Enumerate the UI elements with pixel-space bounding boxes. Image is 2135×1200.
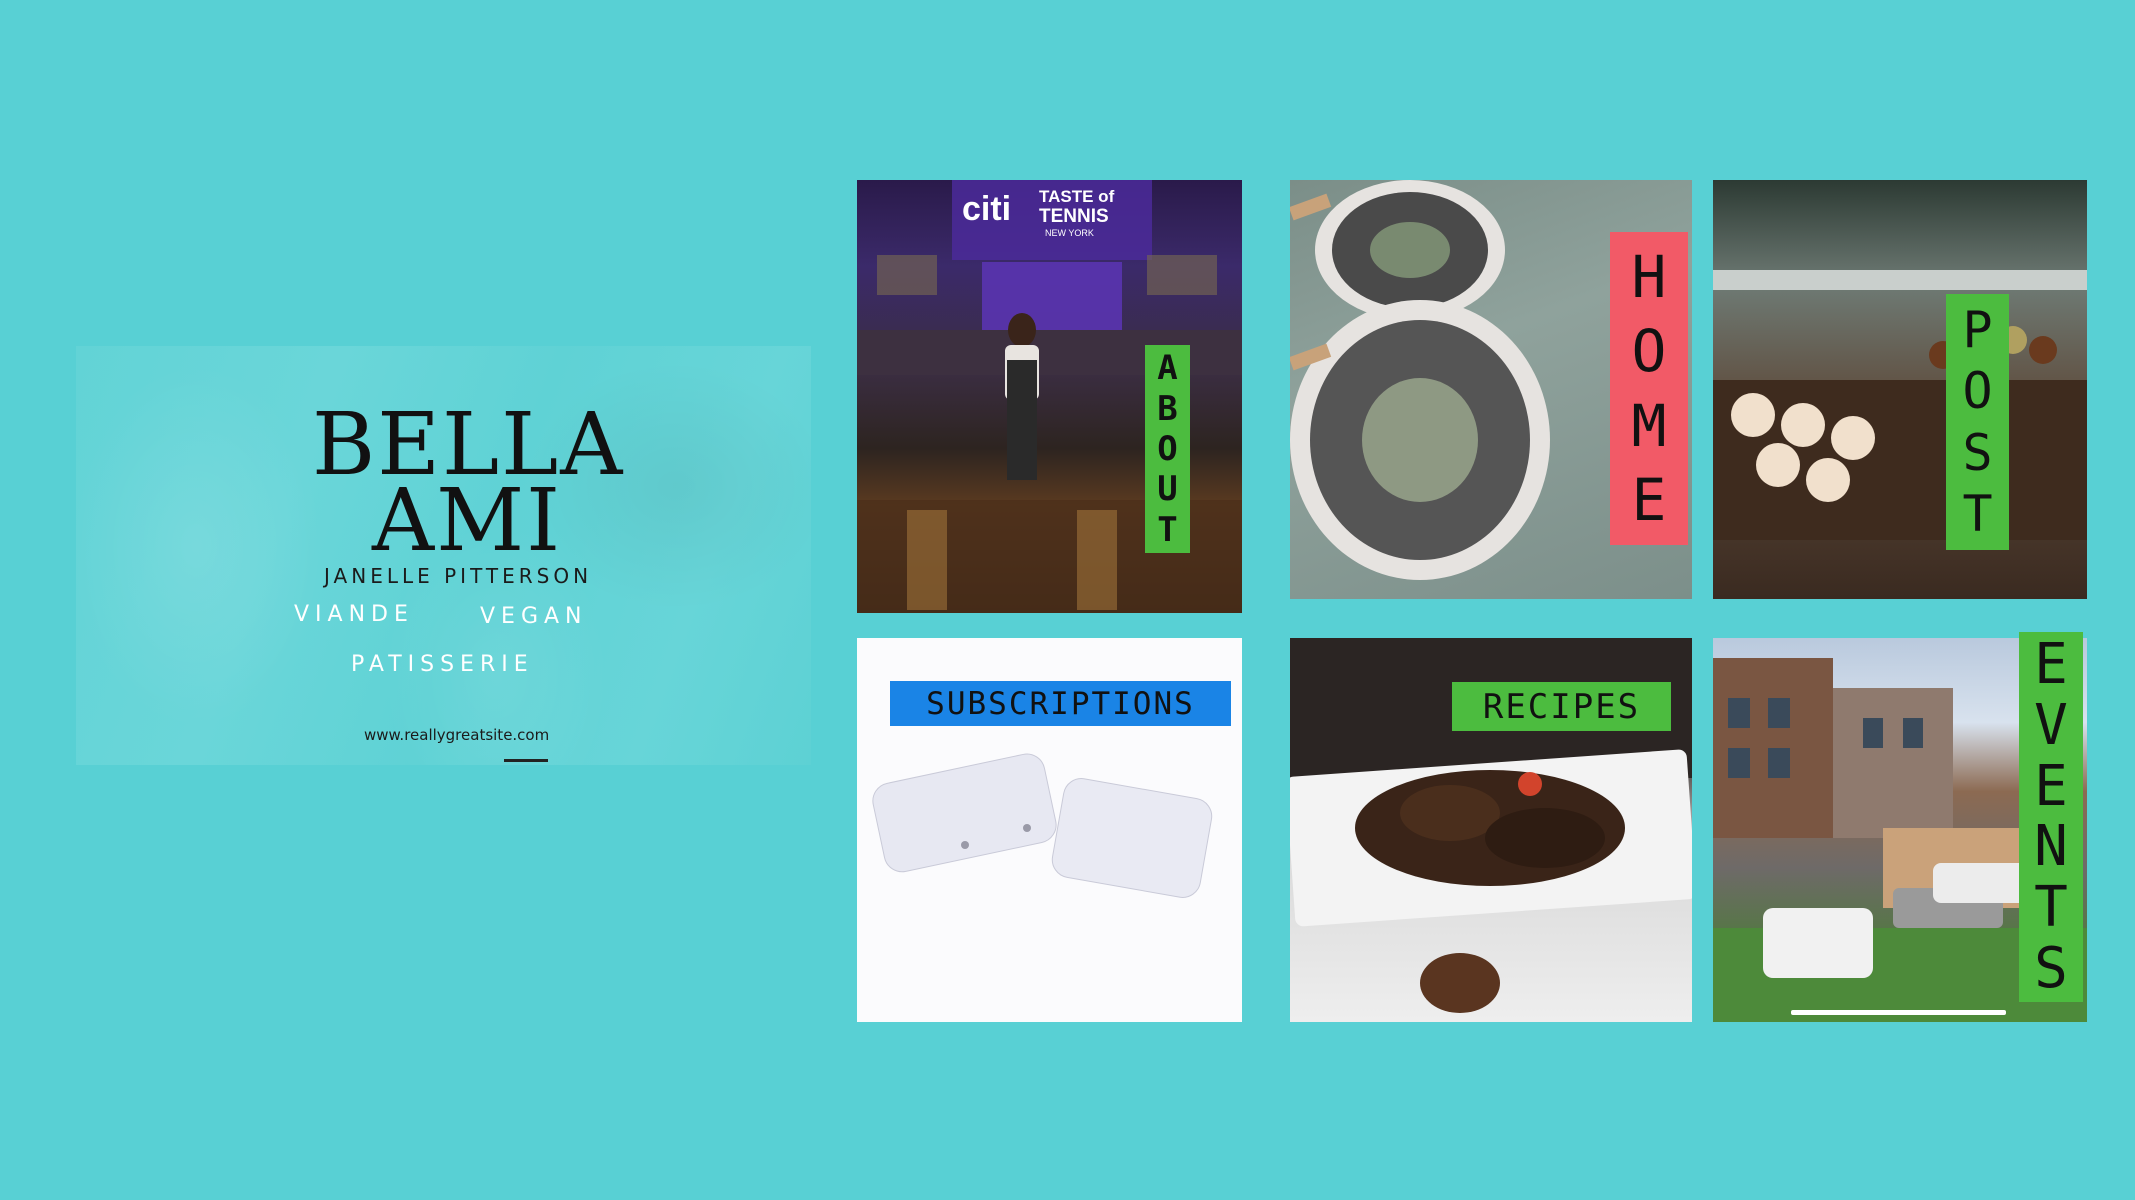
nav-home-label[interactable]: H O M E [1610, 232, 1688, 545]
about-letter: U [1157, 469, 1178, 510]
about-letter: B [1157, 388, 1178, 429]
about-letter: O [1157, 428, 1178, 469]
nav-post-label[interactable]: P O S T [1946, 294, 2009, 550]
nav-events-label[interactable]: E V E N T S [2019, 632, 2083, 1002]
post-letter: O [1962, 362, 1993, 421]
category-patisserie: PATISSERIE [351, 652, 534, 677]
post-tile[interactable] [1713, 180, 2087, 599]
nav-about-label[interactable]: A B O U T [1145, 345, 1190, 553]
about-letter: T [1157, 509, 1178, 550]
events-letter: E [2034, 753, 2068, 819]
events-letter: E [2034, 631, 2068, 697]
website-link[interactable]: www.reallygreatsite.com [364, 726, 549, 744]
owner-name: JANELLE PITTERSON [324, 564, 593, 588]
home-letter: H [1631, 243, 1667, 312]
website-underline [504, 759, 548, 762]
events-letter: T [2034, 875, 2068, 941]
sign-event-line-2: TENNIS [1039, 206, 1109, 227]
events-letter: V [2034, 692, 2068, 758]
sign-event-line-1: TASTE of [1039, 187, 1115, 206]
post-letter: S [1962, 423, 1993, 482]
category-viande: VIANDE [294, 602, 414, 627]
category-vegan: VEGAN [480, 604, 588, 629]
home-letter: M [1631, 391, 1667, 460]
sign-event-line-3: NEW YORK [1045, 228, 1094, 238]
nav-recipes-label[interactable]: RECIPES [1452, 682, 1671, 731]
post-photo [1713, 270, 2087, 540]
post-letter: P [1962, 301, 1993, 360]
about-letter: A [1157, 348, 1178, 389]
home-letter: O [1631, 317, 1667, 386]
sign-sponsor: citi [962, 190, 1011, 228]
home-letter: E [1631, 465, 1667, 534]
events-letter: N [2034, 814, 2068, 880]
events-letter: S [2034, 936, 2068, 1002]
nav-subscriptions-label[interactable]: SUBSCRIPTIONS [890, 681, 1231, 726]
brand-card: BELLA AMI JANELLE PITTERSON VIANDE VEGAN… [76, 346, 811, 765]
post-letter: T [1962, 484, 1993, 543]
logo-text-line-2: AMI [372, 471, 563, 571]
